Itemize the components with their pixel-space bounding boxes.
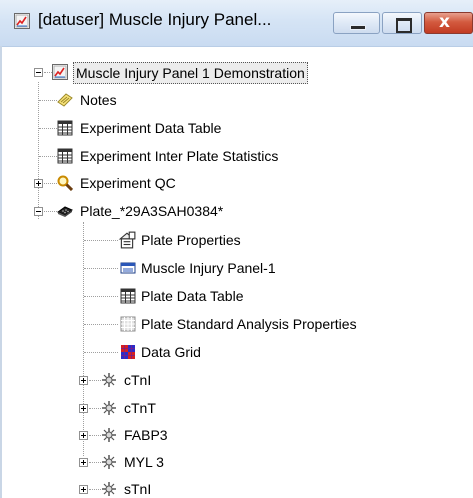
tree-item-label: cTnI — [124, 372, 152, 388]
maximize-icon — [396, 18, 412, 33]
tree-view[interactable]: Muscle Injury Panel 1 Demonstration Note… — [0, 46, 473, 498]
tree-connector — [89, 462, 101, 463]
tree-item-analyte-fabp3[interactable]: FABP3 — [0, 423, 473, 447]
tree-item-label: Experiment Inter Plate Statistics — [80, 148, 279, 164]
minimize-icon — [350, 25, 366, 30]
title-bar[interactable]: [datuser] Muscle Injury Panel... x — [0, 0, 473, 47]
maximize-button[interactable] — [382, 12, 422, 34]
tree-item-label: Experiment QC — [80, 175, 176, 191]
analyte-icon — [102, 401, 116, 415]
tree-connector — [84, 324, 118, 325]
tree-connector — [39, 100, 57, 101]
tree-item-label: sTnI — [124, 481, 152, 497]
tree-item-label: FABP3 — [124, 427, 168, 443]
tree-connector — [84, 296, 118, 297]
collapse-toggle[interactable] — [34, 68, 43, 77]
tree-root-label: Muscle Injury Panel 1 Demonstration — [73, 62, 308, 84]
panel-chart-icon — [14, 13, 30, 29]
tree-item-plate[interactable]: Plate_*29A3SAH0384* — [0, 199, 473, 223]
tree-item-experiment-data-table[interactable]: Experiment Data Table — [0, 116, 473, 140]
tree-connector — [39, 128, 57, 129]
tree-connector — [89, 435, 101, 436]
tree-item-plate-standard-analysis-properties[interactable]: Plate Standard Analysis Properties — [0, 312, 473, 336]
tree-item-label: Muscle Injury Panel-1 — [141, 260, 276, 276]
table-icon — [57, 120, 73, 136]
tree-connector — [44, 183, 57, 184]
tree-root[interactable]: Muscle Injury Panel 1 Demonstration — [0, 60, 473, 84]
tree-item-label: cTnT — [124, 400, 156, 416]
tree-item-experiment-qc[interactable]: Experiment QC — [0, 171, 473, 195]
tree-item-label: Plate_*29A3SAH0384* — [80, 203, 224, 219]
tree-connector — [89, 380, 101, 381]
tree-connector — [44, 72, 52, 73]
tree-connector — [84, 268, 118, 269]
tree-item-muscle-injury-panel-1[interactable]: Muscle Injury Panel-1 — [0, 256, 473, 280]
tree-item-analyte-ctnt[interactable]: cTnT — [0, 396, 473, 420]
tree-connector — [89, 489, 101, 490]
tree-item-analyte-myl3[interactable]: MYL 3 — [0, 450, 473, 474]
tree-item-data-grid[interactable]: Data Grid — [0, 340, 473, 364]
data-grid-icon — [121, 345, 135, 359]
tree-item-experiment-inter-plate-statistics[interactable]: Experiment Inter Plate Statistics — [0, 144, 473, 168]
analyte-icon — [102, 455, 116, 469]
tree-connector — [44, 211, 57, 212]
minimize-button[interactable] — [333, 12, 380, 34]
plate-icon — [57, 206, 73, 217]
layout-icon — [120, 262, 136, 274]
tree-item-analyte-ctni[interactable]: cTnI — [0, 368, 473, 392]
application-window: [datuser] Muscle Injury Panel... x Muscl… — [0, 0, 473, 498]
tree-connector — [89, 408, 101, 409]
tree-item-analyte-stni[interactable]: sTnI — [0, 477, 473, 498]
table-icon — [120, 288, 136, 304]
tree-connector — [39, 156, 57, 157]
table-icon — [57, 148, 73, 164]
properties-icon — [118, 231, 136, 249]
tree-item-label: Plate Data Table — [141, 288, 244, 304]
expand-toggle[interactable] — [79, 404, 88, 413]
window-title: [datuser] Muscle Injury Panel... — [38, 10, 272, 29]
expand-toggle[interactable] — [79, 431, 88, 440]
tree-item-label: Plate Standard Analysis Properties — [141, 316, 357, 332]
notes-icon — [57, 93, 73, 107]
tree-connector — [84, 240, 118, 241]
collapse-toggle[interactable] — [34, 207, 43, 216]
magnifier-icon — [57, 175, 73, 191]
expand-toggle[interactable] — [79, 376, 88, 385]
tree-item-label: Notes — [80, 92, 117, 108]
tree-item-plate-properties[interactable]: Plate Properties — [0, 228, 473, 252]
tree-item-label: Experiment Data Table — [80, 120, 222, 136]
tree-item-label: Plate Properties — [141, 232, 241, 248]
expand-toggle[interactable] — [79, 485, 88, 494]
expand-toggle[interactable] — [79, 458, 88, 467]
panel-chart-icon — [52, 64, 68, 80]
tree-item-notes[interactable]: Notes — [0, 88, 473, 112]
tree-connector — [84, 352, 118, 353]
analysis-grid-icon — [120, 316, 136, 332]
analyte-icon — [102, 482, 116, 496]
close-icon: x — [439, 12, 450, 32]
tree-item-plate-data-table[interactable]: Plate Data Table — [0, 284, 473, 308]
tree-item-label: Data Grid — [141, 344, 201, 360]
expand-toggle[interactable] — [34, 179, 43, 188]
tree-item-label: MYL 3 — [124, 454, 164, 470]
close-button[interactable]: x — [424, 12, 473, 34]
analyte-icon — [102, 428, 116, 442]
analyte-icon — [102, 373, 116, 387]
